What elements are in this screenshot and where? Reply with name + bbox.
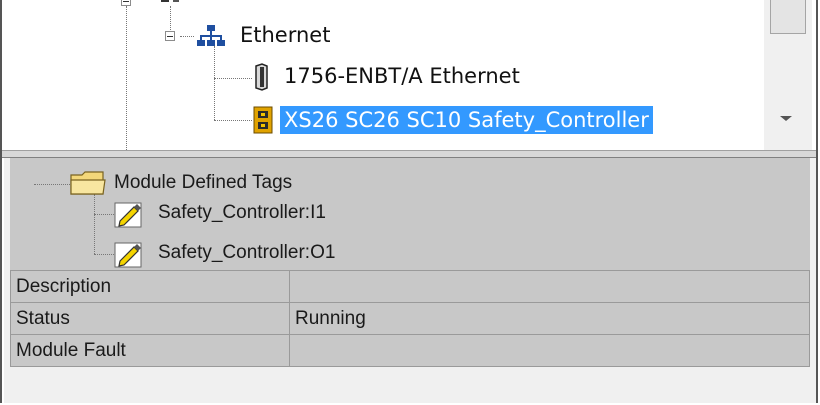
- tree-item-ethernet[interactable]: Ethernet: [240, 21, 330, 49]
- tree-line: [170, 6, 171, 32]
- safety-controller-icon: [253, 106, 273, 134]
- scrollbar-thumb[interactable]: [770, 0, 806, 34]
- tree-line: [180, 36, 194, 37]
- io-configuration-tree[interactable]: Ethernet 1756-ENBT/A Ethernet XS26 SC26 …: [4, 0, 816, 150]
- property-name: Status: [10, 302, 290, 335]
- tree-line: [126, 6, 127, 150]
- pane-splitter[interactable]: [2, 150, 816, 158]
- module-defined-tags-folder[interactable]: Module Defined Tags: [114, 172, 292, 194]
- module-icon-cutoff: [161, 0, 179, 2]
- module-tags-tree[interactable]: Module Defined Tags Safety_Controller:I1…: [10, 158, 810, 270]
- tree-line: [214, 120, 252, 121]
- properties-pane: Module Defined Tags Safety_Controller:I1…: [4, 158, 816, 403]
- property-row-description[interactable]: Description: [10, 270, 810, 303]
- tree-line: [94, 194, 95, 254]
- property-value[interactable]: [289, 270, 810, 303]
- collapse-toggle-ethernet[interactable]: [165, 31, 175, 41]
- network-icon: [197, 25, 225, 46]
- property-name: Description: [10, 270, 290, 303]
- tree-line: [94, 214, 114, 215]
- tag-pencil-icon: [114, 202, 142, 228]
- folder-icon: [70, 171, 106, 195]
- tag-safety-controller-o1[interactable]: Safety_Controller:O1: [158, 242, 335, 264]
- tree-line: [34, 184, 70, 185]
- property-value[interactable]: [289, 334, 810, 367]
- property-row-status[interactable]: Status Running: [10, 302, 810, 335]
- property-name: Module Fault: [10, 334, 290, 367]
- tree-item-enbt-module[interactable]: 1756-ENBT/A Ethernet: [284, 62, 520, 90]
- property-row-module-fault[interactable]: Module Fault: [10, 334, 810, 367]
- tree-line: [214, 78, 252, 79]
- property-value[interactable]: Running: [289, 302, 810, 335]
- tree-vertical-scrollbar[interactable]: [764, 0, 812, 150]
- tag-safety-controller-i1[interactable]: Safety_Controller:I1: [158, 202, 326, 224]
- tree-line: [94, 254, 114, 255]
- ethernet-module-icon: [255, 63, 268, 91]
- scroll-down-arrow-icon[interactable]: [780, 116, 792, 121]
- properties-grid: Description Status Running Module Fault: [10, 270, 810, 367]
- tag-pencil-icon: [114, 242, 142, 268]
- tree-line: [214, 46, 215, 120]
- controller-organizer-window: Ethernet 1756-ENBT/A Ethernet XS26 SC26 …: [0, 0, 818, 403]
- tree-item-safety-controller[interactable]: XS26 SC26 SC10 Safety_Controller: [280, 106, 653, 134]
